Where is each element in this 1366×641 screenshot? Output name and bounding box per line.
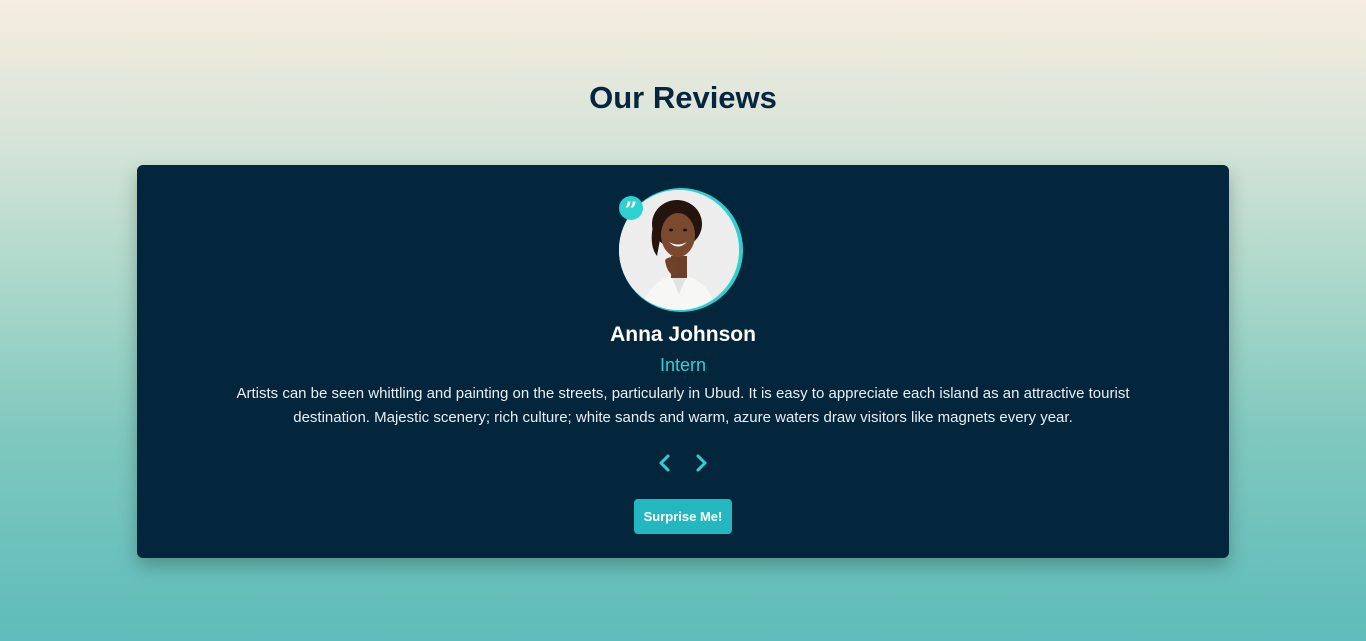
surprise-me-button[interactable]: Surprise Me! bbox=[634, 499, 732, 534]
quote-icon: ” bbox=[619, 196, 643, 224]
review-text: Artists can be seen whittling and painti… bbox=[236, 385, 1130, 426]
page-title: Our Reviews bbox=[589, 80, 777, 115]
chevron-right-icon bbox=[696, 454, 707, 472]
next-review-button[interactable] bbox=[690, 451, 712, 475]
chevron-left-icon bbox=[659, 454, 670, 472]
avatar-container: ” bbox=[619, 188, 743, 312]
reviewer-name: Anna Johnson bbox=[610, 323, 756, 346]
review-card: ” Anna Johnson Intern Artists can be see… bbox=[137, 165, 1229, 558]
reviewer-role: Intern bbox=[659, 355, 707, 375]
prev-review-button[interactable] bbox=[654, 451, 676, 475]
